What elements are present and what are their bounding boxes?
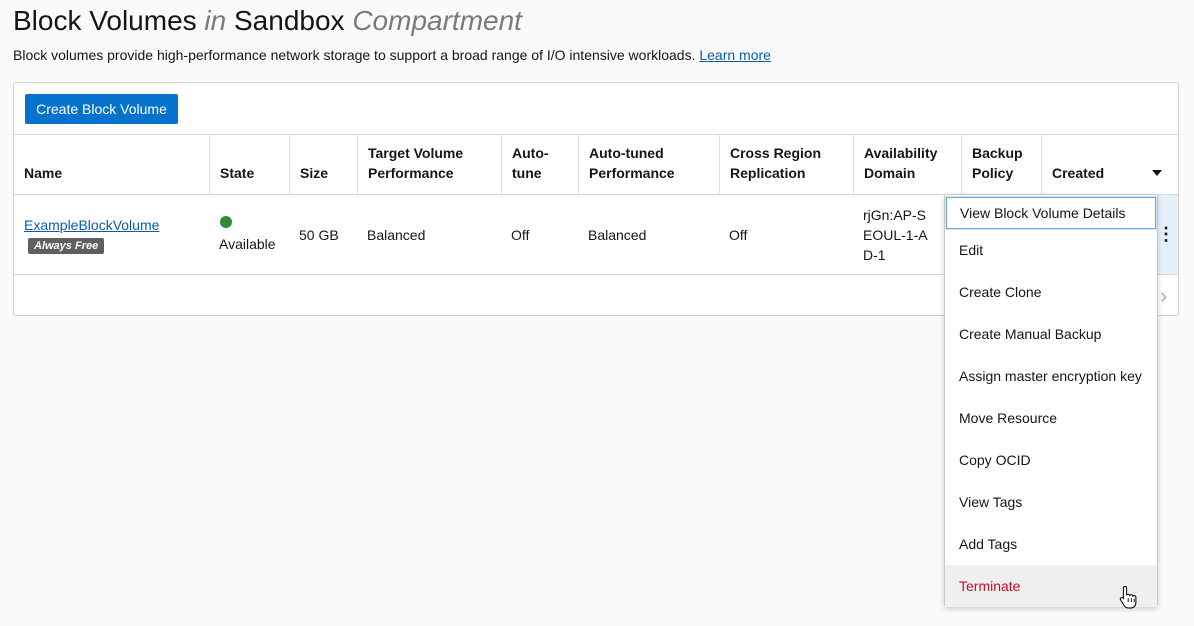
hand-pointer-cursor-icon bbox=[1119, 585, 1137, 609]
menu-item-view-details[interactable]: View Block Volume Details bbox=[946, 197, 1156, 229]
column-header-size[interactable]: Size bbox=[289, 135, 357, 194]
title-compartment-name: Sandbox bbox=[226, 5, 353, 36]
volume-name-link[interactable]: ExampleBlockVolume bbox=[24, 215, 159, 235]
sort-descending-icon[interactable] bbox=[1152, 170, 1162, 176]
page-title: Block Volumes in Sandbox Compartment bbox=[13, 4, 522, 38]
create-block-volume-button[interactable]: Create Block Volume bbox=[25, 94, 178, 124]
cell-auto-tuned-performance: Balanced bbox=[588, 226, 647, 243]
cell-availability-domain: rjGn:AP-SEOUL-1-AD-1 bbox=[863, 206, 928, 263]
column-header-cross-region-replication[interactable]: Cross Region Replication bbox=[719, 135, 853, 194]
cell-state: Available bbox=[209, 195, 289, 274]
cell-size: 50 GB bbox=[299, 226, 339, 243]
next-page-icon[interactable]: › bbox=[1160, 283, 1174, 309]
column-header-state[interactable]: State bbox=[209, 135, 289, 194]
column-header-created[interactable]: Created bbox=[1041, 135, 1178, 194]
title-resource: Block Volumes bbox=[13, 5, 205, 36]
title-compartment-label: Compartment bbox=[352, 5, 522, 36]
column-header-name[interactable]: Name bbox=[14, 135, 209, 194]
cell-cross-region-replication: Off bbox=[729, 226, 748, 243]
row-actions-context-menu: View Block Volume Details Edit Create Cl… bbox=[944, 194, 1158, 607]
always-free-badge: Always Free bbox=[28, 238, 105, 254]
title-in: in bbox=[204, 5, 227, 36]
menu-item-view-tags[interactable]: View Tags bbox=[945, 481, 1157, 523]
column-header-availability-domain[interactable]: Availability Domain bbox=[853, 135, 961, 194]
cell-auto-tune: Off bbox=[511, 226, 530, 243]
column-header-backup-policy[interactable]: Backup Policy bbox=[961, 135, 1041, 194]
table-header: Name State Size Target Volume Performanc… bbox=[14, 134, 1178, 195]
menu-item-move-resource[interactable]: Move Resource bbox=[945, 397, 1157, 439]
learn-more-link[interactable]: Learn more bbox=[699, 47, 771, 63]
menu-item-copy-ocid[interactable]: Copy OCID bbox=[945, 439, 1157, 481]
column-header-auto-tune[interactable]: Auto-tune bbox=[501, 135, 578, 194]
status-available-icon bbox=[220, 215, 232, 228]
menu-item-create-clone[interactable]: Create Clone bbox=[945, 271, 1157, 313]
column-header-target-performance[interactable]: Target Volume Performance bbox=[357, 135, 501, 194]
menu-item-create-manual-backup[interactable]: Create Manual Backup bbox=[945, 313, 1157, 355]
description-text: Block volumes provide high-performance n… bbox=[13, 47, 696, 63]
page-description: Block volumes provide high-performance n… bbox=[13, 46, 771, 64]
menu-item-add-tags[interactable]: Add Tags bbox=[945, 523, 1157, 565]
state-text: Available bbox=[219, 235, 276, 252]
cell-target-performance: Balanced bbox=[367, 226, 426, 243]
column-header-auto-tuned-performance[interactable]: Auto-tuned Performance bbox=[578, 135, 719, 194]
menu-item-assign-encryption-key[interactable]: Assign master encryption key bbox=[945, 355, 1157, 397]
column-header-created-label: Created bbox=[1052, 165, 1105, 181]
menu-item-edit[interactable]: Edit bbox=[945, 229, 1157, 271]
cell-name: ExampleBlockVolume Always Free bbox=[14, 195, 209, 274]
